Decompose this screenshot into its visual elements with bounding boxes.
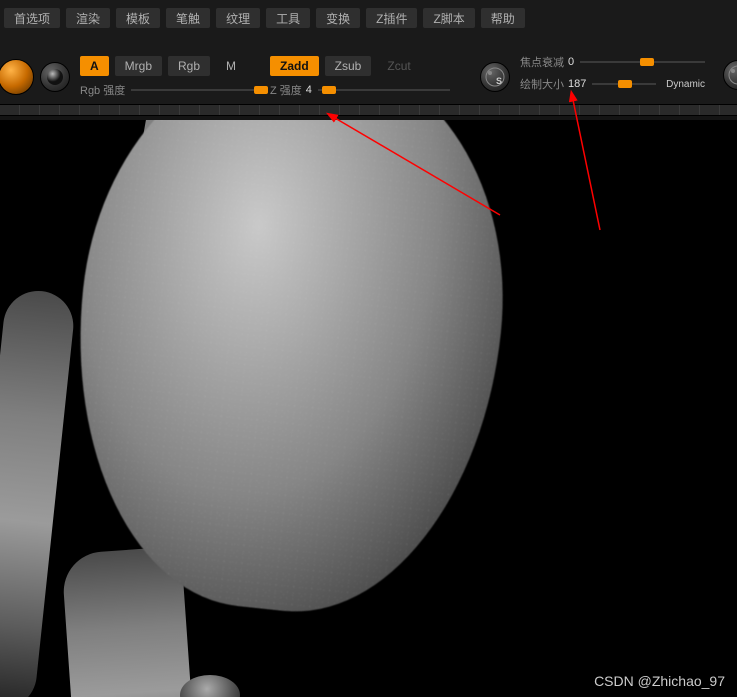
menu-render[interactable]: 渲染 bbox=[66, 8, 110, 28]
gizmo-s-button[interactable]: S bbox=[480, 62, 510, 92]
mode-a-button[interactable]: A bbox=[80, 56, 109, 76]
svg-text:S: S bbox=[496, 76, 502, 86]
z-intensity-slider[interactable] bbox=[318, 89, 450, 91]
menu-help[interactable]: 帮助 bbox=[481, 8, 525, 28]
menu-tool[interactable]: 工具 bbox=[266, 8, 310, 28]
rgb-intensity-slider[interactable] bbox=[131, 89, 260, 91]
brush-swatch[interactable] bbox=[0, 59, 34, 95]
watermark-text: CSDN @Zhichao_97 bbox=[594, 673, 725, 689]
timeline-ruler[interactable] bbox=[0, 104, 737, 116]
model-part bbox=[0, 287, 77, 697]
menu-preferences[interactable]: 首选项 bbox=[4, 8, 60, 28]
draw-size-value: 187 bbox=[568, 78, 586, 90]
focal-shift-value: 0 bbox=[568, 56, 574, 68]
menu-bar: 首选项 渲染 模板 笔触 纹理 工具 变换 Z插件 Z脚本 帮助 bbox=[0, 8, 737, 28]
focal-shift-label: 焦点衰减 bbox=[520, 54, 564, 70]
menu-transform[interactable]: 变换 bbox=[316, 8, 360, 28]
mode-m-button[interactable]: M bbox=[216, 56, 246, 76]
sphere-icon bbox=[46, 68, 64, 86]
mode-rgb-button[interactable]: Rgb bbox=[168, 56, 210, 76]
menu-texture[interactable]: 纹理 bbox=[216, 8, 260, 28]
dynamic-label[interactable]: Dynamic bbox=[666, 79, 705, 90]
menu-zscript[interactable]: Z脚本 bbox=[423, 8, 474, 28]
gizmo-s-icon: S bbox=[484, 66, 506, 88]
zcut-button[interactable]: Zcut bbox=[377, 56, 420, 76]
gizmo-right-button[interactable] bbox=[723, 60, 737, 90]
zsub-button[interactable]: Zsub bbox=[325, 56, 372, 76]
mode-mrgb-button[interactable]: Mrgb bbox=[115, 56, 162, 76]
rgb-intensity-label: Rgb 强度 bbox=[80, 82, 125, 98]
menu-stencil[interactable]: 模板 bbox=[116, 8, 160, 28]
draw-size-slider[interactable] bbox=[592, 83, 656, 85]
canvas-viewport[interactable]: CSDN @Zhichao_97 bbox=[0, 116, 737, 697]
menu-zplugin[interactable]: Z插件 bbox=[366, 8, 417, 28]
gizmo-right-icon bbox=[727, 64, 737, 86]
z-intensity-label: Z 强度 bbox=[270, 82, 302, 98]
material-swatch[interactable] bbox=[40, 62, 70, 92]
draw-size-label: 绘制大小 bbox=[520, 76, 564, 92]
top-toolbar: A Mrgb Rgb M Rgb 强度 Zadd Zsub Zcut Z 强度 … bbox=[0, 52, 737, 102]
focal-shift-slider[interactable] bbox=[580, 61, 705, 63]
zadd-button[interactable]: Zadd bbox=[270, 56, 319, 76]
menu-stroke[interactable]: 笔触 bbox=[166, 8, 210, 28]
z-intensity-value: 4 bbox=[306, 84, 312, 96]
